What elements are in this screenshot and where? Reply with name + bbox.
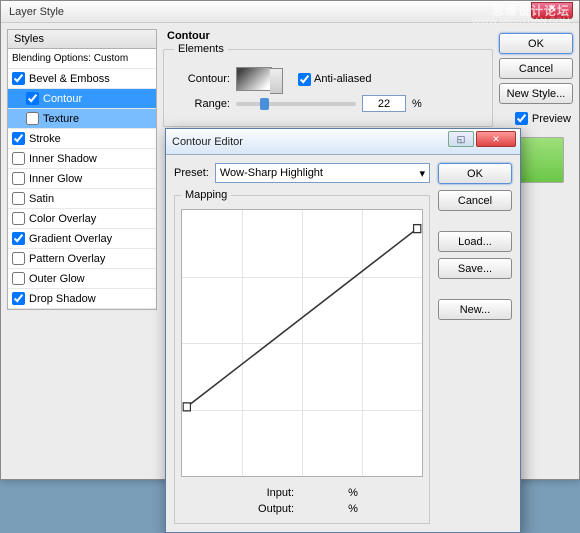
range-slider[interactable]: [236, 102, 356, 106]
style-label: Inner Glow: [29, 173, 82, 185]
checkbox[interactable]: [26, 92, 39, 105]
style-label: Bevel & Emboss: [29, 73, 110, 85]
mapping-fieldset: Mapping Input:: [174, 189, 430, 524]
range-input[interactable]: [362, 95, 406, 112]
style-label: Outer Glow: [29, 273, 85, 285]
contour-label: Contour:: [174, 73, 230, 85]
fieldset-legend: Elements: [174, 43, 228, 55]
style-item[interactable]: Outer Glow: [8, 269, 156, 289]
style-label: Stroke: [29, 133, 61, 145]
window-title: Contour Editor: [172, 136, 243, 148]
checkbox[interactable]: [12, 172, 25, 185]
styles-header[interactable]: Styles: [7, 29, 157, 49]
blending-options-row[interactable]: Blending Options: Custom: [8, 49, 156, 69]
style-label: Pattern Overlay: [29, 253, 105, 265]
window-title: Layer Style: [5, 6, 64, 18]
save-button[interactable]: Save...: [438, 258, 512, 279]
mapping-legend: Mapping: [181, 189, 231, 201]
new-button[interactable]: New...: [438, 299, 512, 320]
checkbox[interactable]: [26, 112, 39, 125]
ok-button[interactable]: OK: [499, 33, 573, 54]
styles-list: Blending Options: Custom Bevel & Emboss …: [7, 49, 157, 310]
preview-label: Preview: [532, 113, 571, 125]
checkbox[interactable]: [12, 252, 25, 265]
watermark-url: WWW.MISSYUAN.COM: [472, 16, 570, 26]
style-item[interactable]: Drop Shadow: [8, 289, 156, 309]
cancel-button[interactable]: Cancel: [438, 190, 512, 211]
help-button[interactable]: ◱: [448, 131, 474, 147]
styles-panel: Styles Blending Options: Custom Bevel & …: [7, 29, 157, 473]
style-label: Satin: [29, 193, 54, 205]
style-item[interactable]: Satin: [8, 189, 156, 209]
checkbox[interactable]: [12, 272, 25, 285]
preset-value: Wow-Sharp Highlight: [220, 167, 323, 179]
checkbox[interactable]: [12, 232, 25, 245]
style-label: Color Overlay: [29, 213, 96, 225]
contour-editor-dialog: Contour Editor ◱ ✕ Preset: Wow-Sharp Hig…: [165, 128, 521, 533]
checkbox[interactable]: [12, 132, 25, 145]
cancel-button[interactable]: Cancel: [499, 58, 573, 79]
style-item[interactable]: Texture: [8, 109, 156, 129]
checkbox[interactable]: [12, 192, 25, 205]
style-item[interactable]: Gradient Overlay: [8, 229, 156, 249]
range-label: Range:: [174, 98, 230, 110]
checkbox[interactable]: [12, 152, 25, 165]
new-style-button[interactable]: New Style...: [499, 83, 573, 104]
section-title: Contour: [163, 29, 493, 43]
style-label: Drop Shadow: [29, 293, 96, 305]
anti-aliased-label: Anti-aliased: [314, 73, 371, 85]
checkbox[interactable]: [12, 292, 25, 305]
style-item[interactable]: Pattern Overlay: [8, 249, 156, 269]
style-label: Contour: [43, 93, 82, 105]
preset-dropdown[interactable]: Wow-Sharp Highlight ▾: [215, 163, 430, 183]
dialog-buttons: OK Cancel Load... Save... New...: [438, 163, 512, 524]
style-item[interactable]: Bevel & Emboss: [8, 69, 156, 89]
load-button[interactable]: Load...: [438, 231, 512, 252]
titlebar[interactable]: Contour Editor ◱ ✕: [166, 129, 520, 155]
close-button[interactable]: ✕: [476, 131, 516, 147]
style-item[interactable]: Inner Shadow: [8, 149, 156, 169]
checkbox[interactable]: [12, 72, 25, 85]
style-label: Gradient Overlay: [29, 233, 112, 245]
style-label: Inner Shadow: [29, 153, 97, 165]
preset-label: Preset:: [174, 167, 209, 179]
curve-canvas[interactable]: [181, 209, 423, 477]
style-item[interactable]: Contour: [8, 89, 156, 109]
ok-button[interactable]: OK: [438, 163, 512, 184]
output-label: Output:: [246, 503, 294, 515]
range-unit: %: [412, 98, 422, 110]
elements-fieldset: Elements Contour: Anti-aliased Range:: [163, 43, 493, 127]
output-unit: %: [348, 503, 358, 515]
input-unit: %: [348, 487, 358, 499]
style-item[interactable]: Stroke: [8, 129, 156, 149]
style-item[interactable]: Color Overlay: [8, 209, 156, 229]
input-label: Input:: [246, 487, 294, 499]
style-item[interactable]: Inner Glow: [8, 169, 156, 189]
chevron-down-icon: ▾: [419, 167, 425, 180]
checkbox[interactable]: [12, 212, 25, 225]
style-label: Texture: [43, 113, 79, 125]
preview-checkbox[interactable]: [515, 112, 528, 125]
contour-picker[interactable]: [236, 67, 272, 91]
anti-aliased-checkbox[interactable]: [298, 73, 311, 86]
